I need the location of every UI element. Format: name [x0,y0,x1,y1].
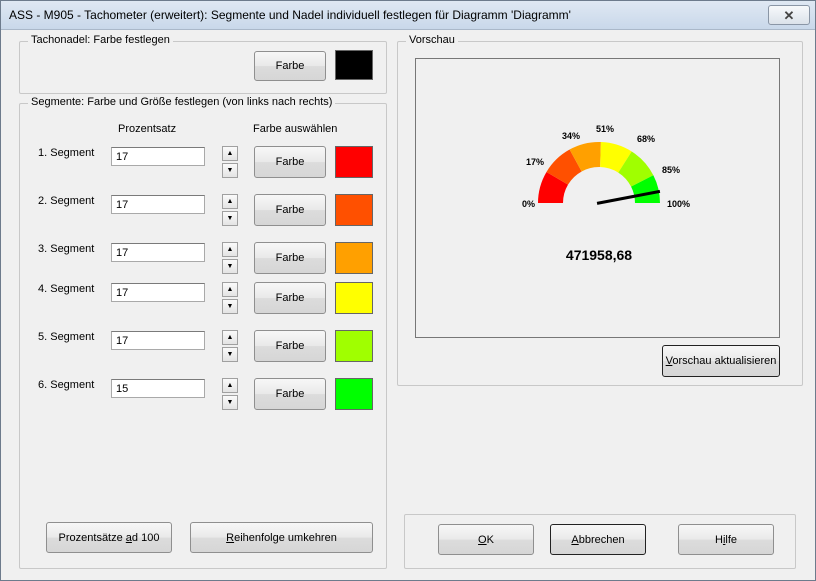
gauge-tick-label: 0% [522,199,535,209]
segment-percent-spinner[interactable]: ▲ ▼ [222,282,238,314]
spin-down-icon[interactable]: ▼ [222,211,238,226]
spin-up-icon[interactable]: ▲ [222,330,238,345]
ok-label: OK [478,533,494,546]
segment-color-button-label: Farbe [275,252,305,264]
segment-label: 2. Segment [38,195,95,207]
dialog-window: ASS - M905 - Tachometer (erweitert): Seg… [0,0,816,581]
segment-color-button[interactable]: Farbe [254,146,326,178]
help-button[interactable]: Hilfe [678,524,774,555]
spin-down-icon[interactable]: ▼ [222,347,238,362]
segment-percent-input[interactable] [111,243,205,262]
segment-color-button[interactable]: Farbe [254,378,326,410]
cancel-button[interactable]: Abbrechen [550,524,646,555]
help-label: Hilfe [714,533,738,546]
segment-label: 1. Segment [38,147,95,159]
gauge-tick-label: 17% [526,157,544,167]
segment-percent-spinner[interactable]: ▲ ▼ [222,378,238,410]
segment-percent-input[interactable] [111,147,205,166]
segment-color-button-label: Farbe [275,340,305,352]
segment-color-swatch [335,282,373,314]
segment-color-swatch [335,146,373,178]
segment-color-button[interactable]: Farbe [254,330,326,362]
update-preview-button[interactable]: Vorschau aktualisieren [662,345,780,377]
spin-up-icon[interactable]: ▲ [222,282,238,297]
spin-up-icon[interactable]: ▲ [222,378,238,393]
spin-down-icon[interactable]: ▼ [222,299,238,314]
gauge-tick-label: 68% [637,134,655,144]
percent-to-100-label: Prozentsätze ad 100 [58,531,160,544]
segment-color-swatch [335,194,373,226]
segment-percent-spinner[interactable]: ▲ ▼ [222,194,238,226]
segment-color-button-label: Farbe [275,204,305,216]
ok-button[interactable]: OK [438,524,534,555]
spin-up-icon[interactable]: ▲ [222,242,238,257]
title-bar: ASS - M905 - Tachometer (erweitert): Seg… [1,1,815,30]
segment-label: 6. Segment [38,379,95,391]
segment-label: 4. Segment [38,283,95,295]
segment-label: 3. Segment [38,243,95,255]
gauge-tick-label: 85% [662,165,680,175]
segment-percent-input[interactable] [111,379,205,398]
gauge-tick-label: 34% [562,131,580,141]
segment-color-button-label: Farbe [275,388,305,400]
segment-label: 5. Segment [38,331,95,343]
update-preview-label: Vorschau aktualisieren [665,355,777,367]
gauge-preview: 0% 17% 34% 51% 68% 85% 100% 471958,68 [415,58,780,338]
reverse-order-button[interactable]: Reihenfolge umkehren [190,522,373,553]
gauge-tick-label: 100% [667,199,690,209]
needle-color-button-label: Farbe [275,60,305,72]
cancel-label: Abbrechen [571,533,625,546]
window-title: ASS - M905 - Tachometer (erweitert): Seg… [9,8,571,22]
gauge-tick-label: 51% [596,124,614,134]
spin-down-icon[interactable]: ▼ [222,259,238,274]
close-icon: ✕ [783,7,795,23]
spin-up-icon[interactable]: ▲ [222,146,238,161]
segment-color-button-label: Farbe [275,156,305,168]
gauge-value: 471958,68 [566,247,632,263]
segment-percent-input[interactable] [111,331,205,350]
needle-group-label: Tachonadel: Farbe festlegen [28,34,173,46]
segment-percent-input[interactable] [111,195,205,214]
segment-percent-spinner[interactable]: ▲ ▼ [222,146,238,178]
spin-up-icon[interactable]: ▲ [222,194,238,209]
percent-to-100-button[interactable]: Prozentsätze ad 100 [46,522,172,553]
segment-color-button[interactable]: Farbe [254,194,326,226]
segment-percent-spinner[interactable]: ▲ ▼ [222,330,238,362]
needle-color-button[interactable]: Farbe [254,51,326,81]
segment-color-button[interactable]: Farbe [254,282,326,314]
segment-color-swatch [335,330,373,362]
segment-color-swatch [335,242,373,274]
color-column-header: Farbe auswählen [253,123,338,135]
spin-down-icon[interactable]: ▼ [222,163,238,178]
needle-color-group: Tachonadel: Farbe festlegen [19,34,387,94]
gauge-chart: 0% 17% 34% 51% 68% 85% 100% 471958,68 [522,124,690,263]
segments-group-label: Segmente: Farbe und Größe festlegen (von… [28,96,336,108]
segment-percent-input[interactable] [111,283,205,302]
preview-group-label: Vorschau [406,34,458,46]
segment-color-swatch [335,378,373,410]
reverse-order-label: Reihenfolge umkehren [226,531,337,544]
percent-column-header: Prozentsatz [118,123,177,135]
segment-percent-spinner[interactable]: ▲ ▼ [222,242,238,274]
segment-color-button[interactable]: Farbe [254,242,326,274]
needle-color-swatch [335,50,373,80]
segment-color-button-label: Farbe [275,292,305,304]
close-button[interactable]: ✕ [768,5,810,25]
spin-down-icon[interactable]: ▼ [222,395,238,410]
